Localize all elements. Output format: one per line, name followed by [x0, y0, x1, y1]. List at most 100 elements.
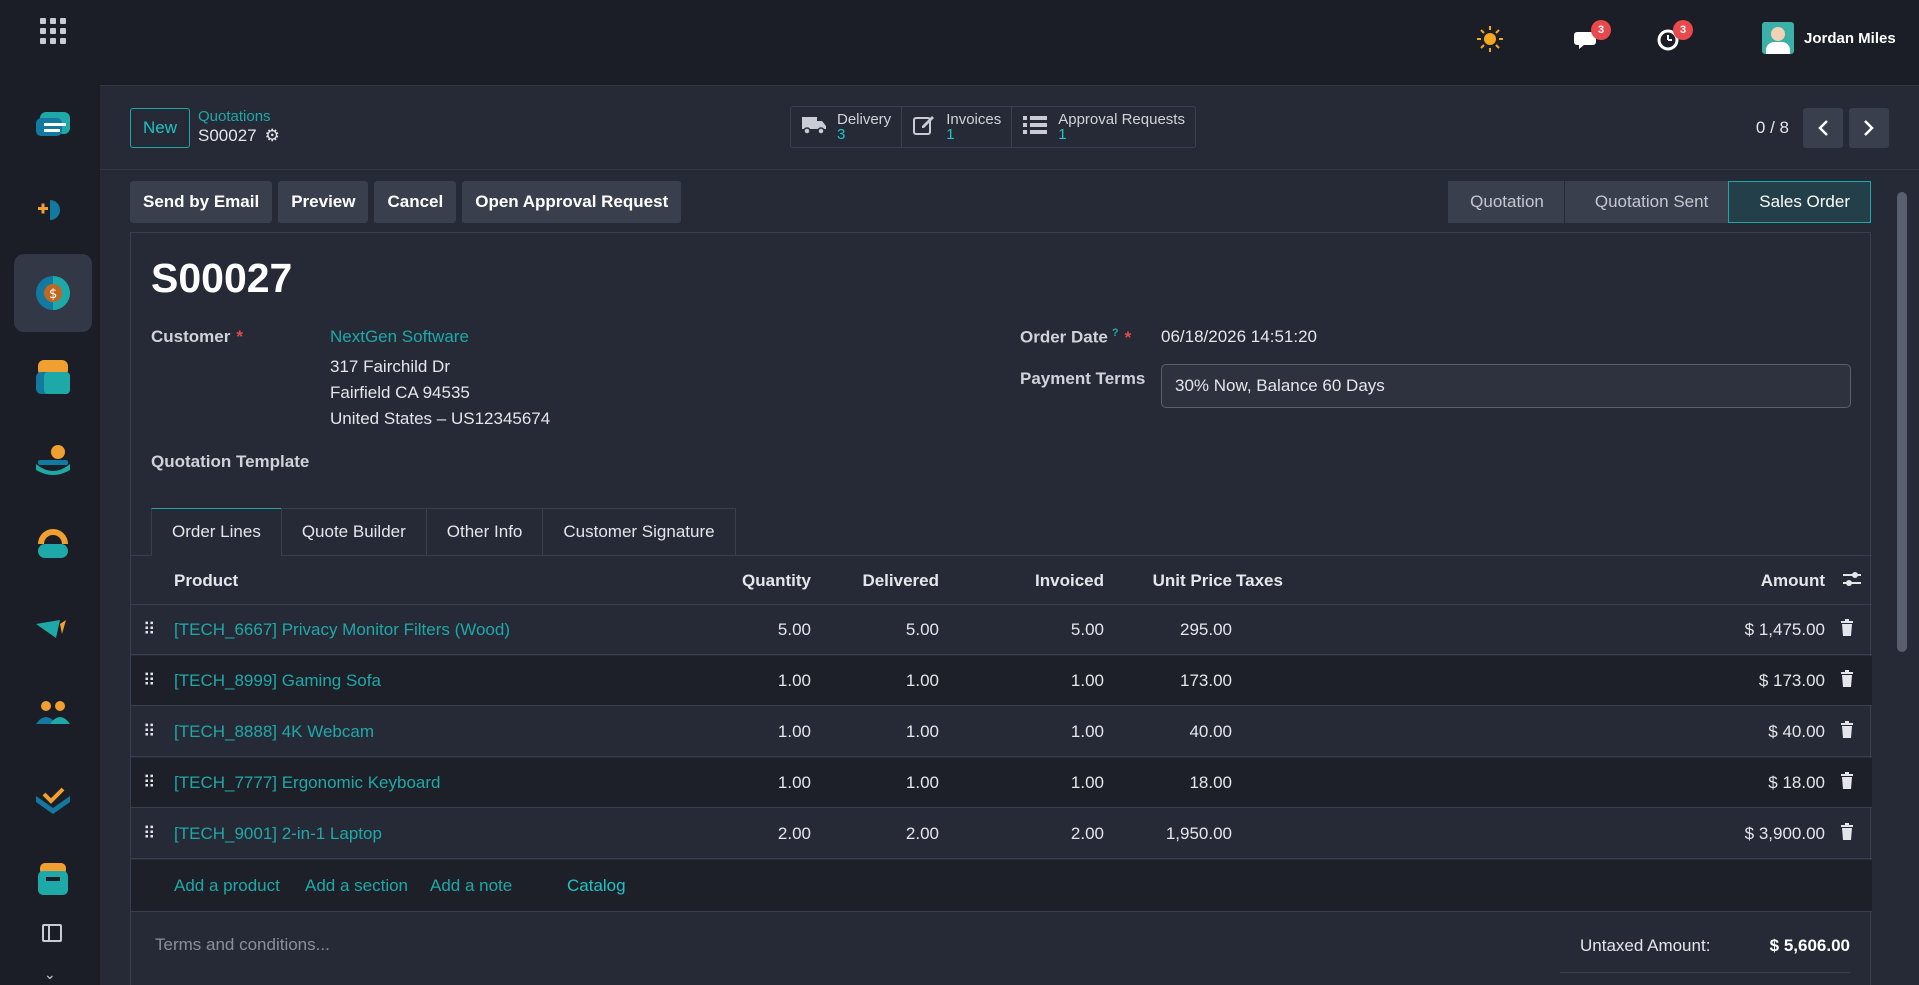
- pos-app-icon[interactable]: [14, 338, 92, 416]
- drag-handle-icon[interactable]: ⠿: [143, 722, 155, 742]
- breadcrumb-quotations-link[interactable]: Quotations: [198, 108, 280, 125]
- gear-icon[interactable]: ⚙: [265, 126, 280, 146]
- approval-requests-count: 1: [1058, 126, 1067, 143]
- theme-sun-icon[interactable]: [1475, 24, 1505, 54]
- pager-previous-button[interactable]: [1803, 108, 1843, 148]
- column-amount[interactable]: Amount: [1761, 571, 1825, 591]
- quantity-cell[interactable]: 2.00: [778, 824, 811, 844]
- product-link[interactable]: [TECH_8888] 4K Webcam: [174, 722, 374, 742]
- status-quotation[interactable]: Quotation: [1448, 181, 1564, 223]
- unit-price-cell[interactable]: 40.00: [1189, 722, 1232, 742]
- discuss-app-icon[interactable]: [14, 86, 92, 164]
- helpdesk-app-icon[interactable]: [14, 506, 92, 584]
- inventory-app-icon[interactable]: [14, 848, 92, 908]
- product-link[interactable]: [TECH_8999] Gaming Sofa: [174, 671, 381, 691]
- table-row[interactable]: ⠿ [TECH_8888] 4K Webcam 1.00 1.00 1.00 4…: [131, 707, 1872, 757]
- delivered-cell[interactable]: 1.00: [906, 722, 939, 742]
- sidebar-toggle-icon[interactable]: [42, 924, 62, 942]
- chevron-down-icon[interactable]: ⌄: [44, 966, 56, 983]
- quantity-cell[interactable]: 5.00: [778, 620, 811, 640]
- page-title: S00027: [151, 255, 293, 301]
- column-invoiced[interactable]: Invoiced: [1035, 571, 1104, 591]
- add-section-link[interactable]: Add a section: [305, 876, 408, 896]
- messages-icon[interactable]: 3: [1573, 20, 1611, 54]
- open-approval-request-button[interactable]: Open Approval Request: [462, 181, 682, 223]
- user-menu[interactable]: Jordan Miles: [1762, 22, 1896, 54]
- product-link[interactable]: [TECH_6667] Privacy Monitor Filters (Woo…: [174, 620, 510, 640]
- quantity-cell[interactable]: 1.00: [778, 722, 811, 742]
- trash-icon[interactable]: [1840, 670, 1854, 688]
- page-scrollbar[interactable]: [1897, 176, 1907, 976]
- crm-app-icon[interactable]: [14, 170, 92, 248]
- table-row[interactable]: ⠿ [TECH_6667] Privacy Monitor Filters (W…: [131, 605, 1872, 655]
- column-delivered[interactable]: Delivered: [862, 571, 939, 591]
- notebook-tabs: Order Lines Quote Builder Other Info Cus…: [151, 508, 736, 556]
- product-link[interactable]: [TECH_9001] 2-in-1 Laptop: [174, 824, 382, 844]
- tab-customer-signature[interactable]: Customer Signature: [542, 508, 736, 556]
- tab-quote-builder[interactable]: Quote Builder: [280, 508, 426, 556]
- edit-icon: [912, 114, 936, 140]
- add-product-link[interactable]: Add a product: [174, 876, 280, 896]
- scrollbar-thumb[interactable]: [1897, 192, 1907, 652]
- invoices-smart-button[interactable]: Invoices 1: [902, 107, 1013, 147]
- column-taxes[interactable]: Taxes: [1236, 571, 1283, 591]
- drag-handle-icon[interactable]: ⠿: [143, 620, 155, 640]
- optional-columns-icon[interactable]: [1842, 570, 1862, 593]
- status-sales-order[interactable]: Sales Order: [1728, 181, 1871, 223]
- delivery-smart-button[interactable]: Delivery 3: [791, 107, 903, 147]
- column-product[interactable]: Product: [174, 571, 238, 591]
- add-note-link[interactable]: Add a note: [430, 876, 512, 896]
- drag-handle-icon[interactable]: ⠿: [143, 773, 155, 793]
- control-panel: New Quotations S00027 ⚙ Delivery 3 Invoic…: [100, 86, 1919, 170]
- apps-menu-icon[interactable]: [40, 18, 66, 44]
- tab-other-info[interactable]: Other Info: [425, 508, 543, 556]
- user-name: Jordan Miles: [1804, 29, 1896, 47]
- send-by-email-button[interactable]: Send by Email: [130, 181, 273, 223]
- table-row[interactable]: ⠿ [TECH_9001] 2-in-1 Laptop 2.00 2.00 2.…: [131, 809, 1872, 859]
- column-unit-price[interactable]: Unit Price: [1153, 571, 1232, 591]
- marketing-app-icon[interactable]: [14, 590, 92, 668]
- pager-next-button[interactable]: [1849, 108, 1889, 148]
- trash-icon[interactable]: [1840, 823, 1854, 841]
- trash-icon[interactable]: [1840, 772, 1854, 790]
- column-quantity[interactable]: Quantity: [742, 571, 811, 591]
- sales-app-icon[interactable]: $: [14, 254, 92, 332]
- product-link[interactable]: [TECH_7777] Ergonomic Keyboard: [174, 773, 440, 793]
- catalog-button[interactable]: Catalog: [567, 876, 626, 896]
- status-quotation-sent[interactable]: Quotation Sent: [1563, 181, 1729, 223]
- approval-requests-smart-button[interactable]: Approval Requests 1: [1012, 107, 1195, 147]
- unit-price-cell[interactable]: 173.00: [1180, 671, 1232, 691]
- invoices-count: 1: [946, 126, 955, 143]
- delivered-cell[interactable]: 1.00: [906, 671, 939, 691]
- delivered-cell[interactable]: 1.00: [906, 773, 939, 793]
- delivery-app-icon[interactable]: [14, 422, 92, 500]
- employees-app-icon[interactable]: [14, 674, 92, 752]
- preview-button[interactable]: Preview: [278, 181, 369, 223]
- delivered-cell[interactable]: 5.00: [906, 620, 939, 640]
- customer-link[interactable]: NextGen Software: [330, 327, 469, 347]
- cancel-button[interactable]: Cancel: [374, 181, 457, 223]
- order-date-value[interactable]: 06/18/2026 14:51:20: [1161, 327, 1317, 347]
- unit-price-cell[interactable]: 18.00: [1189, 773, 1232, 793]
- new-button[interactable]: New: [130, 108, 191, 148]
- delivered-cell[interactable]: 2.00: [906, 824, 939, 844]
- drag-handle-icon[interactable]: ⠿: [143, 824, 155, 844]
- tab-order-lines[interactable]: Order Lines: [151, 508, 281, 556]
- trash-icon[interactable]: [1840, 619, 1854, 637]
- table-row[interactable]: ⠿ [TECH_7777] Ergonomic Keyboard 1.00 1.…: [131, 758, 1872, 808]
- unit-price-cell[interactable]: 1,950.00: [1166, 824, 1232, 844]
- trash-icon[interactable]: [1840, 721, 1854, 739]
- payment-terms-field[interactable]: 30% Now, Balance 60 Days: [1161, 364, 1851, 408]
- table-row[interactable]: ⠿ [TECH_8999] Gaming Sofa 1.00 1.00 1.00…: [131, 656, 1872, 706]
- quantity-cell[interactable]: 1.00: [778, 773, 811, 793]
- customer-address-line2: Fairfield CA 94535: [330, 383, 470, 402]
- breadcrumb-current: S00027 ⚙: [198, 126, 280, 146]
- project-app-icon[interactable]: [14, 758, 92, 836]
- drag-handle-icon[interactable]: ⠿: [143, 671, 155, 691]
- activity-clock-icon[interactable]: 3: [1655, 20, 1693, 54]
- add-line-row: Add a product Add a section Add a note C…: [131, 860, 1872, 912]
- terms-and-conditions-field[interactable]: Terms and conditions...: [155, 935, 330, 955]
- unit-price-cell[interactable]: 295.00: [1180, 620, 1232, 640]
- quantity-cell[interactable]: 1.00: [778, 671, 811, 691]
- amount-cell: $ 3,900.00: [1744, 824, 1825, 843]
